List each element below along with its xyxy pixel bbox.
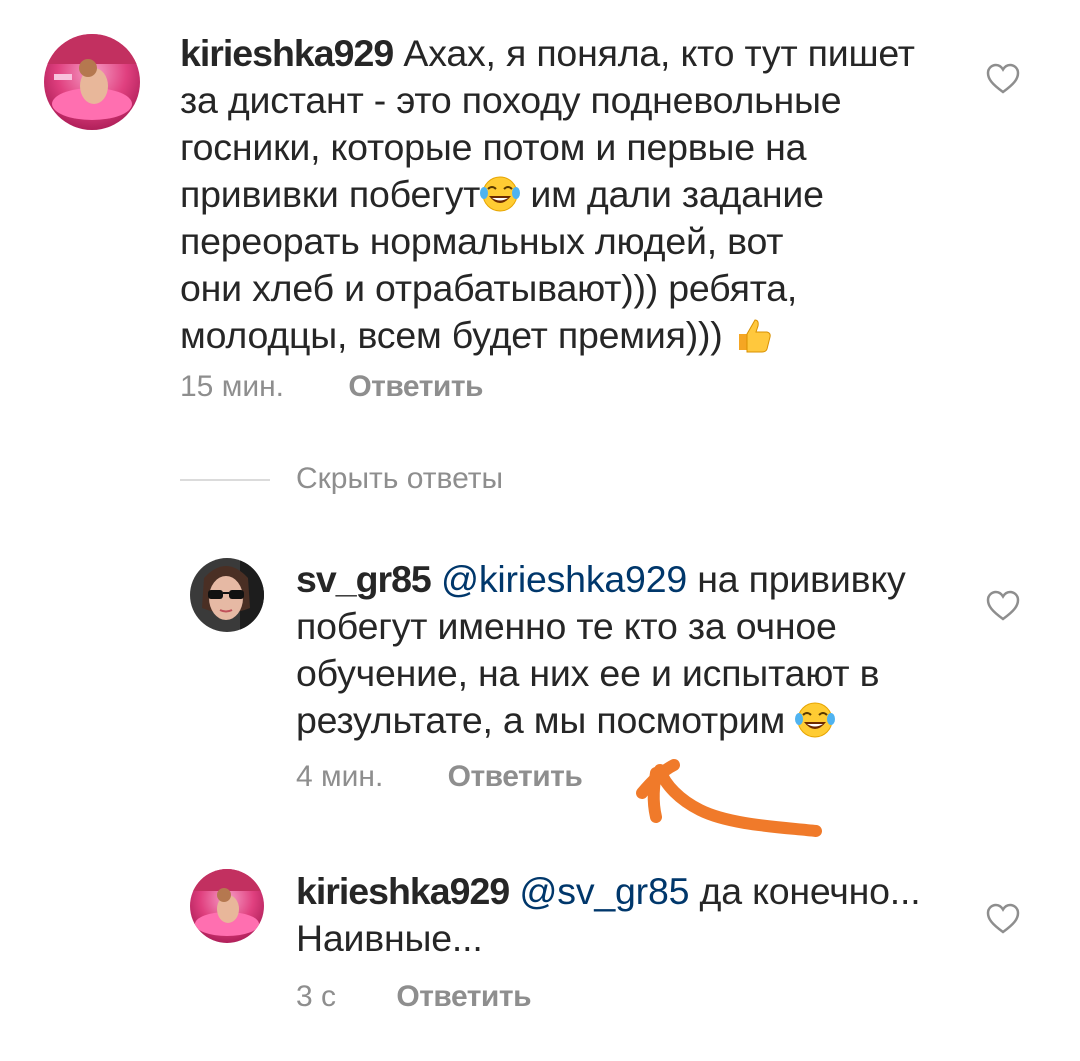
mention-link[interactable]: @sv_gr85 [519,870,689,912]
comment-text: sv_gr85 @kirieshka929 на прививку побегу… [296,556,976,744]
comment-line: за дистант - это походу подневольные [180,79,842,121]
comment-time: 4 мин. [296,760,384,793]
like-heart-icon[interactable] [986,63,1020,95]
comment-line: прививки побегут [180,173,481,215]
laughing-tears-emoji-icon [795,701,836,739]
annotation-arrow-icon [636,759,822,837]
hide-replies-divider [180,479,270,481]
comment-username[interactable]: kirieshka929 [180,32,394,74]
comment-line: обучение, на них ее и испытают в [296,652,880,694]
reply-button[interactable]: Ответить [396,980,531,1013]
comment-username[interactable]: sv_gr85 [296,558,432,600]
laughing-tears-emoji-icon [480,175,521,213]
comment-line: Наивные... [296,917,483,959]
comment-meta: 15 мин. Ответить [180,370,483,404]
comment-username[interactable]: kirieshka929 [296,870,510,912]
hide-replies-button[interactable]: Скрыть ответы [296,462,503,496]
comment-line: они хлеб и отрабатывают))) ребята, [180,267,798,309]
comment-meta: 3 с Ответить [296,980,532,1014]
comment-line: им дали задание [530,173,824,215]
comment-line: побегут именно те кто за очное [296,605,837,647]
mention-link[interactable]: @kirieshka929 [441,558,687,600]
like-heart-icon[interactable] [986,903,1020,935]
comment-meta: 4 мин. Ответить [296,760,583,794]
comment-line: Ахах, я поняла, кто тут пишет [403,32,915,74]
comment-line: молодцы, всем будет премия))) [180,314,723,356]
like-heart-icon[interactable] [986,590,1020,622]
reply-button[interactable]: Ответить [348,370,483,403]
comment-time: 3 с [296,980,337,1013]
comment-line: результате, а мы посмотрим [296,699,786,741]
comment-line: на прививку [697,558,906,600]
reply-button[interactable]: Ответить [448,760,583,793]
avatar[interactable] [190,558,264,632]
avatar[interactable] [44,34,140,130]
comment-time: 15 мин. [180,370,284,403]
avatar[interactable] [190,869,264,943]
comment-line: переорать нормальных людей, вот [180,220,784,262]
comment-text: kirieshka929 Ахах, я поняла, кто тут пиш… [180,30,980,359]
comment-text: kirieshka929 @sv_gr85 да конечно... Наив… [296,868,976,962]
comment-line: госники, которые потом и первые на [180,126,807,168]
comment-line: да конечно... [699,870,921,912]
thumbs-up-emoji-icon [733,316,773,354]
